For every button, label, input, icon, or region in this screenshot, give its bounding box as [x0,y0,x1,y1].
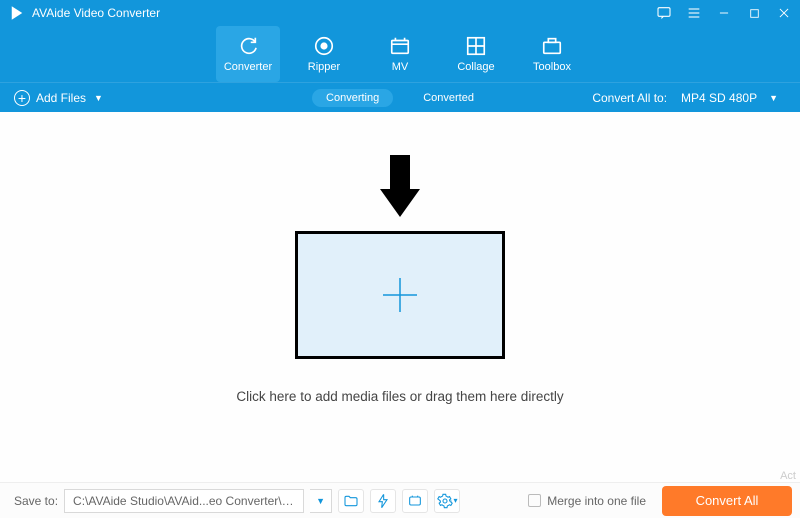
save-to-label: Save to: [14,494,58,508]
nav-converter-label: Converter [224,61,272,73]
bottom-bar: Save to: C:\AVAide Studio\AVAid...eo Con… [0,482,800,518]
chevron-down-icon: ▼ [94,93,103,103]
plus-icon [377,272,423,318]
high-speed-button[interactable] [402,489,428,513]
open-folder-button[interactable] [338,489,364,513]
watermark-text: Act [780,470,796,482]
arrow-down-icon [376,155,424,223]
add-files-button[interactable]: + Add Files ▼ [14,90,103,106]
nav-mv-label: MV [392,61,409,73]
drop-zone[interactable] [295,231,505,359]
title-bar: AVAide Video Converter [0,0,800,26]
merge-label: Merge into one file [547,494,646,508]
chevron-down-icon: ▼ [316,496,325,506]
tab-converting[interactable]: Converting [312,89,393,107]
chevron-down-icon: ▼ [769,93,778,103]
nav-converter[interactable]: Converter [216,26,280,82]
chevron-down-icon: ▾ [454,496,458,505]
hardware-accel-button[interactable] [370,489,396,513]
nav-ripper-label: Ripper [308,61,340,73]
window-controls [656,5,792,21]
app-title: AVAide Video Converter [32,6,656,20]
save-path-field[interactable]: C:\AVAide Studio\AVAid...eo Converter\Co… [64,489,304,513]
minimize-icon[interactable] [716,5,732,21]
sub-bar: + Add Files ▼ Converting Converted Conve… [0,82,800,112]
nav-collage-label: Collage [457,61,494,73]
save-path-value: C:\AVAide Studio\AVAid...eo Converter\Co… [73,494,295,508]
nav-collage[interactable]: Collage [444,26,508,82]
app-logo-icon [8,4,26,22]
menu-icon[interactable] [686,5,702,21]
checkbox-icon [528,494,541,507]
tab-converted[interactable]: Converted [409,89,488,107]
maximize-icon[interactable] [746,5,762,21]
merge-checkbox[interactable]: Merge into one file [528,494,646,508]
close-icon[interactable] [776,5,792,21]
output-format-value: MP4 SD 480P [681,91,757,105]
settings-button[interactable]: ▾ [434,489,460,513]
add-files-label: Add Files [36,91,86,105]
convert-all-to-label: Convert All to: [592,91,667,105]
save-path-dropdown[interactable]: ▼ [310,489,332,513]
convert-all-button[interactable]: Convert All [662,486,792,516]
drop-zone-text: Click here to add media files or drag th… [236,389,563,404]
nav-ripper[interactable]: Ripper [292,26,356,82]
nav-mv[interactable]: MV [368,26,432,82]
output-format-select[interactable]: MP4 SD 480P ▼ [673,89,786,107]
nav-toolbox-label: Toolbox [533,61,571,73]
nav-toolbox[interactable]: Toolbox [520,26,584,82]
main-nav: Converter Ripper MV Collage Toolbox [0,26,800,82]
feedback-icon[interactable] [656,5,672,21]
workspace: Click here to add media files or drag th… [0,112,800,482]
plus-circle-icon: + [14,90,30,106]
